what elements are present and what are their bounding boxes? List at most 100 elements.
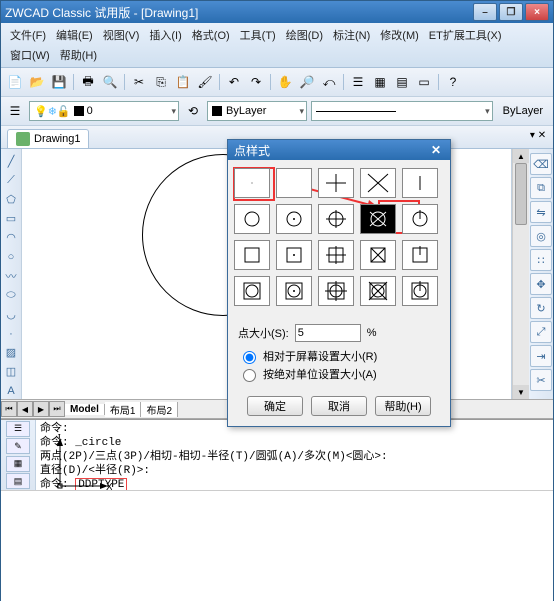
preview-icon[interactable]: 🔍 xyxy=(100,72,120,92)
scroll-down-icon[interactable]: ▼ xyxy=(513,385,529,399)
pline-icon[interactable]: ⟋ xyxy=(2,172,20,189)
ok-button[interactable]: 确定 xyxy=(247,396,303,416)
radio-relative[interactable]: 相对于屏幕设置大小(R) xyxy=(238,348,440,364)
doc-tab-drawing1[interactable]: Drawing1 xyxy=(7,129,89,148)
open-icon[interactable]: 📂 xyxy=(27,72,47,92)
menu-format[interactable]: 格式(O) xyxy=(187,25,235,45)
new-icon[interactable]: 📄 xyxy=(5,72,25,92)
tab-prev-icon[interactable]: ◀ xyxy=(17,401,33,417)
tab-layout1[interactable]: 布局1 xyxy=(105,402,142,417)
layerprev-icon[interactable]: ⟲ xyxy=(183,101,203,121)
command-line[interactable]: 命令: 命令: _circle 两点(2P)/三点(3P)/相切-相切-半径(T… xyxy=(36,420,553,490)
circle-icon[interactable]: ○ xyxy=(2,248,20,265)
dialog-close-icon[interactable]: ✕ xyxy=(428,143,444,157)
move-icon[interactable]: ✥ xyxy=(530,273,552,295)
line-icon[interactable]: ╱ xyxy=(2,153,20,170)
zoomprev-icon[interactable]: ⤺ xyxy=(319,72,339,92)
help-icon[interactable]: ? xyxy=(443,72,463,92)
ptstyle-square-tick[interactable] xyxy=(402,240,438,270)
offset-icon[interactable]: ◎ xyxy=(530,225,552,247)
menu-view[interactable]: 视图(V) xyxy=(98,25,145,45)
ptstyle-sqcircle-dot[interactable] xyxy=(276,276,312,306)
cancel-button[interactable]: 取消 xyxy=(311,396,367,416)
ptstyle-circle-tick[interactable] xyxy=(402,204,438,234)
trim-icon[interactable]: ✂ xyxy=(530,369,552,391)
rect-icon[interactable]: ▭ xyxy=(2,210,20,227)
scroll-up-icon[interactable]: ▲ xyxy=(513,149,529,163)
hatch-icon[interactable]: ▨ xyxy=(2,344,20,361)
spline-icon[interactable]: 〰 xyxy=(2,267,20,285)
ptstyle-sqcircle-x[interactable] xyxy=(360,276,396,306)
menu-tools[interactable]: 工具(T) xyxy=(235,25,281,45)
copy-tool-icon[interactable]: ⧉ xyxy=(530,177,552,199)
text-icon[interactable]: A xyxy=(2,382,20,399)
ptstyle-dot[interactable] xyxy=(234,168,270,198)
scale-icon[interactable]: ⤢ xyxy=(530,321,552,343)
layer-combo[interactable]: 💡❄🔓 0 xyxy=(29,101,179,121)
tool-icon[interactable]: ▤ xyxy=(392,72,412,92)
ptstyle-sqcircle-plus[interactable] xyxy=(318,276,354,306)
ptstyle-none[interactable] xyxy=(276,168,312,198)
tab-next-icon[interactable]: ▶ xyxy=(33,401,49,417)
tab-first-icon[interactable]: ⏮ xyxy=(1,401,17,417)
minimize-button[interactable]: – xyxy=(473,3,497,21)
polygon-icon[interactable]: ⬠ xyxy=(2,191,20,208)
zoom-icon[interactable]: 🔎 xyxy=(297,72,317,92)
ellipse-icon[interactable]: ⬭ xyxy=(2,287,20,304)
point-size-input[interactable] xyxy=(295,324,361,342)
ptstyle-x[interactable] xyxy=(360,168,396,198)
arc-icon[interactable]: ◠ xyxy=(2,229,20,246)
color-combo[interactable]: ByLayer xyxy=(207,101,307,121)
close-button[interactable]: × xyxy=(525,3,549,21)
print-icon[interactable]: 🖶 xyxy=(78,72,98,92)
erase-icon[interactable]: ⌫ xyxy=(530,153,552,175)
menu-window[interactable]: 窗口(W) xyxy=(5,45,55,65)
help-button[interactable]: 帮助(H) xyxy=(375,396,431,416)
region-icon[interactable]: ◫ xyxy=(2,363,20,380)
match-icon[interactable]: 🖌 xyxy=(195,72,215,92)
ptstyle-square-x[interactable] xyxy=(360,240,396,270)
redo-icon[interactable]: ↷ xyxy=(246,72,266,92)
pan-icon[interactable]: ✋ xyxy=(275,72,295,92)
cmd-icon-4[interactable]: ▤ xyxy=(6,473,30,489)
menu-dim[interactable]: 标注(N) xyxy=(328,25,375,45)
ptstyle-circle-plus[interactable] xyxy=(318,204,354,234)
calc-icon[interactable]: ▭ xyxy=(414,72,434,92)
menu-help[interactable]: 帮助(H) xyxy=(55,45,102,65)
tab-layout2[interactable]: 布局2 xyxy=(141,402,178,417)
ptstyle-square-dot[interactable] xyxy=(276,240,312,270)
ptstyle-tick[interactable] xyxy=(402,168,438,198)
ptstyle-circle[interactable] xyxy=(234,204,270,234)
menu-et[interactable]: ET扩展工具(X) xyxy=(424,25,507,45)
undo-icon[interactable]: ↶ xyxy=(224,72,244,92)
copy-icon[interactable]: ⎘ xyxy=(151,72,171,92)
earc-icon[interactable]: ◡ xyxy=(2,306,20,323)
radio-absolute[interactable]: 按绝对单位设置大小(A) xyxy=(238,366,440,382)
linetype-combo[interactable] xyxy=(311,101,493,121)
menu-draw[interactable]: 绘图(D) xyxy=(281,25,328,45)
menu-file[interactable]: 文件(F) xyxy=(5,25,51,45)
ptstyle-square[interactable] xyxy=(234,240,270,270)
props-icon[interactable]: ☰ xyxy=(348,72,368,92)
designcenter-icon[interactable]: ▦ xyxy=(370,72,390,92)
stretch-icon[interactable]: ⇥ xyxy=(530,345,552,367)
array-icon[interactable]: ∷ xyxy=(530,249,552,271)
dialog-titlebar[interactable]: 点样式 ✕ xyxy=(228,140,450,160)
cmd-icon-1[interactable]: ☰ xyxy=(6,421,30,437)
ptstyle-plus[interactable] xyxy=(318,168,354,198)
menu-edit[interactable]: 编辑(E) xyxy=(51,25,98,45)
ptstyle-sqcircle[interactable] xyxy=(234,276,270,306)
tab-model[interactable]: Model xyxy=(65,404,105,415)
ptstyle-circle-dot[interactable] xyxy=(276,204,312,234)
cut-icon[interactable]: ✂ xyxy=(129,72,149,92)
vertical-scrollbar[interactable]: ▲ ▼ xyxy=(512,149,529,399)
doc-close-button[interactable]: ▾ ✕ xyxy=(527,128,549,142)
rotate-icon[interactable]: ↻ xyxy=(530,297,552,319)
menu-modify[interactable]: 修改(M) xyxy=(375,25,424,45)
mirror-icon[interactable]: ⇋ xyxy=(530,201,552,223)
layer-manager-icon[interactable]: ☰ xyxy=(5,101,25,121)
ptstyle-sqcircle-tick[interactable] xyxy=(402,276,438,306)
paste-icon[interactable]: 📋 xyxy=(173,72,193,92)
menu-insert[interactable]: 插入(I) xyxy=(144,25,186,45)
cmd-icon-2[interactable]: ✎ xyxy=(6,438,30,454)
